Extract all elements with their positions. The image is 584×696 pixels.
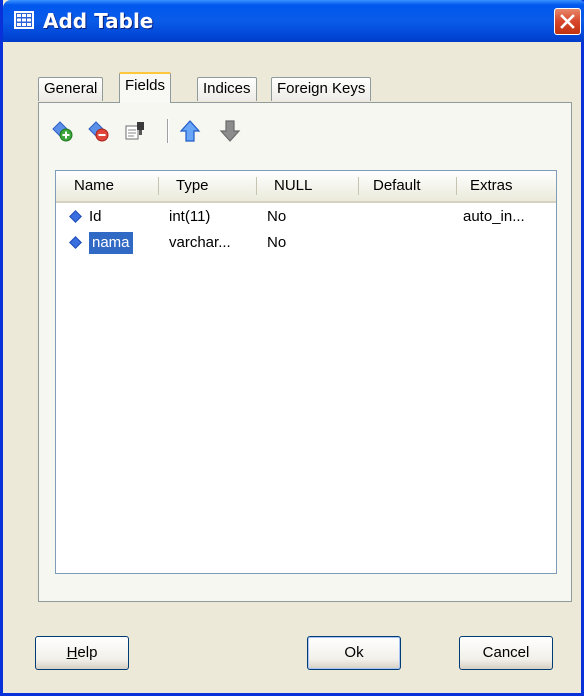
ok-button[interactable]: Ok — [307, 636, 401, 670]
fields-list[interactable]: Name Type NULL Default Extras Id int(11)… — [55, 170, 557, 574]
tab-fields[interactable]: Fields — [119, 72, 172, 103]
column-divider[interactable] — [358, 177, 359, 195]
fields-list-header: Name Type NULL Default Extras — [56, 171, 556, 203]
remove-field-icon[interactable] — [87, 120, 109, 142]
column-divider[interactable] — [456, 177, 457, 195]
field-row-selected[interactable]: nama varchar... No — [56, 230, 556, 256]
help-button[interactable]: Help — [35, 636, 129, 670]
tab-general[interactable]: General — [38, 77, 104, 101]
field-type: varchar... — [169, 234, 231, 251]
column-divider[interactable] — [256, 177, 257, 195]
field-diamond-icon — [69, 236, 82, 249]
add-table-dialog: Add Table General Fields Indices Foreign… — [0, 0, 584, 696]
field-type: int(11) — [169, 208, 211, 225]
add-field-icon[interactable] — [51, 120, 73, 142]
field-name: nama — [88, 231, 134, 255]
help-mnemonic: H — [66, 644, 78, 661]
toolbar-separator — [167, 119, 169, 143]
field-extras: auto_in... — [463, 208, 525, 225]
table-icon — [14, 11, 34, 29]
close-icon — [560, 14, 575, 29]
tab-foreign-keys[interactable]: Foreign Keys — [271, 77, 372, 101]
column-divider[interactable] — [158, 177, 159, 195]
close-button[interactable] — [554, 8, 581, 35]
move-down-icon[interactable] — [219, 120, 241, 142]
edit-field-icon[interactable] — [124, 120, 146, 142]
column-header-default[interactable]: Default — [363, 171, 421, 199]
column-header-name[interactable]: Name — [64, 171, 114, 199]
window-title: Add Table — [43, 9, 154, 33]
column-header-type[interactable]: Type — [166, 171, 209, 199]
column-header-null[interactable]: NULL — [264, 171, 312, 199]
field-name: Id — [89, 208, 102, 225]
help-label: elp — [77, 644, 98, 661]
column-header-extras[interactable]: Extras — [460, 171, 513, 199]
cancel-button[interactable]: Cancel — [459, 636, 553, 670]
field-diamond-icon — [69, 210, 82, 223]
tab-indices[interactable]: Indices — [197, 77, 257, 101]
field-null: No — [267, 234, 287, 251]
title-bar[interactable]: Add Table — [3, 0, 584, 42]
field-row[interactable]: Id int(11) No auto_in... — [56, 204, 556, 230]
field-null: No — [267, 208, 287, 225]
move-up-icon[interactable] — [179, 120, 201, 142]
